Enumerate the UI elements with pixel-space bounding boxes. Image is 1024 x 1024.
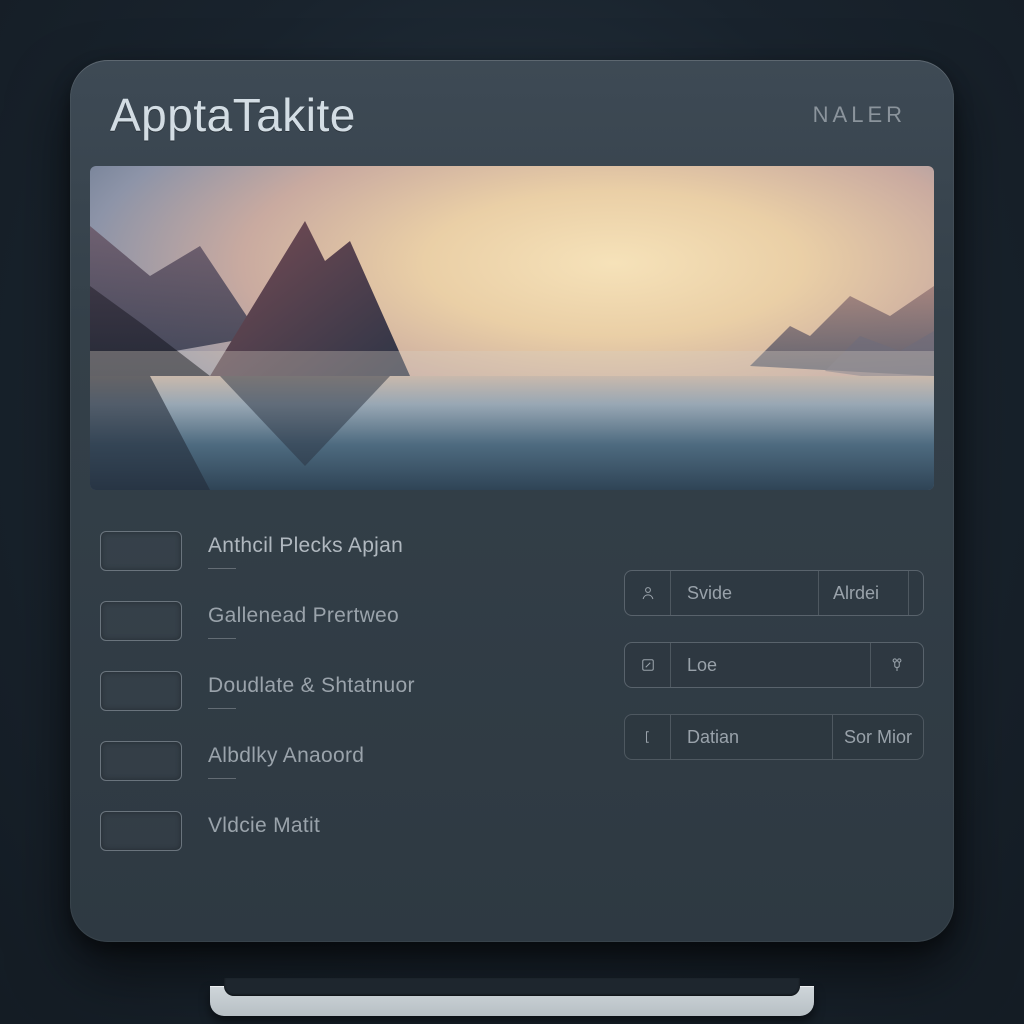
list-item-label: Albdlky Anaoord [208, 744, 364, 768]
list-item-label: Doudlate & Shtatnuor [208, 674, 415, 698]
edit-icon[interactable] [625, 643, 671, 687]
item-list: Anthcil Plecks Apjan Gallenead Prertweo … [100, 516, 600, 866]
control-secondary[interactable]: Sor Mior [833, 715, 923, 759]
list-item-label: Vldcie Matit [208, 814, 320, 838]
header-right-label: NALER [813, 102, 906, 128]
control-primary[interactable]: Datian [671, 715, 833, 759]
thumbnail-placeholder [100, 671, 182, 711]
spacer-cell [909, 571, 923, 615]
app-window: ApptaTakite NALER [70, 60, 954, 942]
thumbnail-placeholder [100, 741, 182, 781]
list-item[interactable]: Gallenead Prertweo [100, 586, 600, 656]
list-item[interactable]: Vldcie Matit [100, 796, 600, 866]
list-item[interactable]: Anthcil Plecks Apjan [100, 516, 600, 586]
list-item[interactable]: Albdlky Anaoord [100, 726, 600, 796]
thumbnail-placeholder [100, 601, 182, 641]
control-row: Svide Alrdei [624, 570, 924, 616]
divider [208, 568, 236, 569]
control-row: Loe [624, 642, 924, 688]
bracket-icon[interactable] [625, 715, 671, 759]
tool-icon[interactable] [871, 643, 923, 687]
controls-panel: Svide Alrdei Loe Datian Sor Mior [624, 516, 924, 866]
control-row: Datian Sor Mior [624, 714, 924, 760]
thumbnail-placeholder [100, 811, 182, 851]
thumbnail-placeholder [100, 531, 182, 571]
dock [210, 978, 814, 1020]
list-item[interactable]: Doudlate & Shtatnuor [100, 656, 600, 726]
header: ApptaTakite NALER [70, 60, 954, 166]
hero-image [90, 166, 934, 490]
list-item-label: Gallenead Prertweo [208, 604, 399, 628]
app-title: ApptaTakite [110, 88, 356, 142]
dock-slot [224, 978, 800, 996]
control-primary[interactable]: Svide [671, 571, 819, 615]
divider [208, 708, 236, 709]
control-primary[interactable]: Loe [671, 643, 871, 687]
control-secondary[interactable]: Alrdei [819, 571, 909, 615]
list-item-label: Anthcil Plecks Apjan [208, 534, 403, 558]
content-area: Anthcil Plecks Apjan Gallenead Prertweo … [70, 490, 954, 866]
divider [208, 638, 236, 639]
divider [208, 778, 236, 779]
person-icon[interactable] [625, 571, 671, 615]
